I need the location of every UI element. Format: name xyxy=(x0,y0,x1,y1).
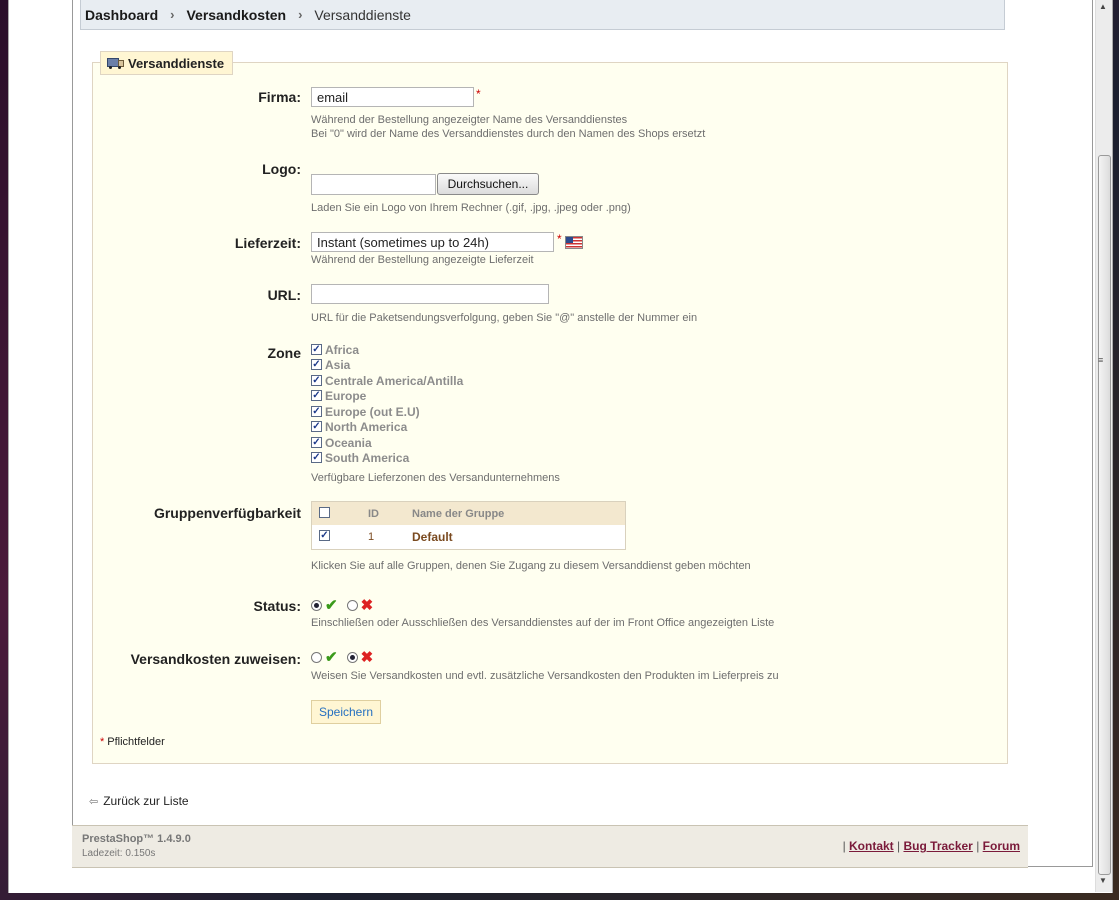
firma-hint-line1: Während der Bestellung angezeigter Name … xyxy=(311,114,628,126)
breadcrumb-dashboard[interactable]: Dashboard xyxy=(85,7,158,23)
zone-item[interactable]: Centrale America/Antilla xyxy=(311,373,463,388)
url-label: URL: xyxy=(267,287,301,303)
zone-hint: Verfügbare Lieferzonen des Versanduntern… xyxy=(311,472,560,484)
firma-hint: Während der Bestellung angezeigter Name … xyxy=(311,113,705,141)
firma-required-star: * xyxy=(476,87,481,101)
scroll-up-arrow-icon[interactable]: ▲ xyxy=(1099,2,1107,11)
firma-label: Firma: xyxy=(258,89,301,105)
zone-item-label: Europe (out E.U) xyxy=(325,404,420,419)
status-hint: Einschließen oder Ausschließen des Versa… xyxy=(311,617,775,629)
breadcrumb-chevron-icon: › xyxy=(298,7,303,22)
lieferzeit-input[interactable]: Instant (sometimes up to 24h) xyxy=(311,232,554,252)
select-all-checkbox[interactable] xyxy=(319,506,330,518)
zone-checkbox[interactable] xyxy=(311,421,322,432)
group-checkbox[interactable] xyxy=(319,529,330,541)
zone-item[interactable]: South America xyxy=(311,450,409,465)
footer-version: PrestaShop™ 1.4.9.0 xyxy=(82,833,191,845)
groups-hint: Klicken Sie auf alle Gruppen, denen Sie … xyxy=(311,560,751,572)
required-note-text: Pflichtfelder xyxy=(107,736,165,748)
scroll-thumb[interactable] xyxy=(1098,155,1111,875)
section-legend: Versanddienste xyxy=(100,51,234,75)
back-link-label: Zurück zur Liste xyxy=(103,794,189,808)
url-hint: URL für die Paketsendungsverfolgung, geb… xyxy=(311,312,698,324)
footer-link-forum[interactable]: Forum xyxy=(983,839,1020,853)
footer-links: | Kontakt | Bug Tracker | Forum xyxy=(842,839,1020,853)
firma-input[interactable]: email xyxy=(311,87,474,107)
shipping-cost-hint: Weisen Sie Versandkosten und evtl. zusät… xyxy=(311,670,779,682)
zone-item[interactable]: Asia xyxy=(311,357,350,372)
logo-hint: Laden Sie ein Logo von Ihrem Rechner (.g… xyxy=(311,202,631,214)
required-note: * Pflichtfelder xyxy=(100,736,165,748)
back-to-list-link[interactable]: ⇦ Zurück zur Liste xyxy=(89,794,189,808)
shipping-cost-radio-group: ✔ ✖ xyxy=(311,648,373,666)
required-star: * xyxy=(100,736,105,748)
zone-checkbox[interactable] xyxy=(311,390,322,401)
col-id-header: ID xyxy=(368,507,379,520)
check-icon: ✔ xyxy=(325,597,338,614)
zone-item-label: North America xyxy=(325,419,408,434)
cross-icon: ✖ xyxy=(360,649,374,666)
zone-checkbox[interactable] xyxy=(311,452,322,463)
firma-hint-line2: Bei "0" wird der Name des Versanddienste… xyxy=(311,128,706,140)
zone-item-label: Asia xyxy=(325,357,351,372)
groups-table-header: ID Name der Gruppe xyxy=(312,502,625,525)
status-enabled-radio[interactable] xyxy=(311,599,322,611)
group-id: 1 xyxy=(368,530,375,543)
check-icon: ✔ xyxy=(325,649,338,666)
status-disabled-radio[interactable] xyxy=(346,599,358,611)
groups-label: Gruppenverfügbarkeit xyxy=(153,505,301,521)
url-input[interactable] xyxy=(311,284,549,304)
footer-link-contact[interactable]: Kontakt xyxy=(849,839,894,853)
lieferzeit-hint: Während der Bestellung angezeigte Liefer… xyxy=(311,254,534,266)
zone-item[interactable]: Europe xyxy=(311,388,366,403)
section-title: Versanddienste xyxy=(128,55,225,71)
zone-item[interactable]: Europe (out E.U) xyxy=(311,404,420,419)
col-name-header: Name der Gruppe xyxy=(412,507,505,520)
logo-file-input[interactable] xyxy=(311,174,436,195)
groups-table: ID Name der Gruppe 1 Default xyxy=(311,501,626,550)
shipping-cost-label: Versandkosten zuweisen: xyxy=(130,651,301,667)
save-button[interactable]: Speichern xyxy=(311,700,381,724)
lieferzeit-label: Lieferzeit: xyxy=(234,235,301,251)
truck-icon xyxy=(107,58,124,69)
footer-load-time: Ladezeit: 0.150s xyxy=(82,848,156,859)
back-arrow-icon: ⇦ xyxy=(89,795,99,808)
zone-item-label: Europe xyxy=(325,388,367,403)
zone-checkbox[interactable] xyxy=(311,437,322,448)
lieferzeit-required-star: * xyxy=(557,232,562,246)
zone-label: Zone xyxy=(267,345,301,361)
zone-item[interactable]: Africa xyxy=(311,342,359,357)
zone-checkbox[interactable] xyxy=(311,344,322,355)
zone-item-label: Centrale America/Antilla xyxy=(325,373,464,388)
breadcrumb-current: Versanddienste xyxy=(314,6,411,23)
breadcrumb-versandkosten[interactable]: Versandkosten xyxy=(186,7,286,23)
group-name: Default xyxy=(412,529,453,544)
breadcrumb-chevron-icon: › xyxy=(170,7,175,22)
shipping-cost-yes-radio[interactable] xyxy=(311,651,322,663)
shipping-cost-no-radio[interactable] xyxy=(346,651,358,663)
zone-item[interactable]: Oceania xyxy=(311,435,372,450)
footer: PrestaShop™ 1.4.9.0 Ladezeit: 0.150s | K… xyxy=(72,825,1028,868)
scroll-down-arrow-icon[interactable]: ▼ xyxy=(1099,876,1107,885)
status-radio-group: ✔ ✖ xyxy=(311,596,373,614)
zone-checkbox[interactable] xyxy=(311,406,322,417)
vertical-scrollbar[interactable]: ▲ ≡ ▼ xyxy=(1095,0,1112,892)
zone-item-label: South America xyxy=(325,450,410,465)
footer-link-bugtracker[interactable]: Bug Tracker xyxy=(903,839,972,853)
zone-checkbox[interactable] xyxy=(311,375,322,386)
logo-label: Logo: xyxy=(262,161,301,177)
us-flag-icon[interactable] xyxy=(565,236,583,249)
breadcrumb: Dashboard › Versandkosten › Versanddiens… xyxy=(80,0,1005,30)
browse-button[interactable]: Durchsuchen... xyxy=(437,173,539,195)
zone-checkbox[interactable] xyxy=(311,359,322,370)
scroll-grip-icon: ≡ xyxy=(1098,355,1104,365)
zone-item[interactable]: North America xyxy=(311,419,407,434)
status-label: Status: xyxy=(253,598,301,614)
table-row[interactable]: 1 Default xyxy=(312,525,625,548)
zone-item-label: Oceania xyxy=(325,435,372,450)
cross-icon: ✖ xyxy=(360,597,374,614)
zone-item-label: Africa xyxy=(325,342,360,357)
